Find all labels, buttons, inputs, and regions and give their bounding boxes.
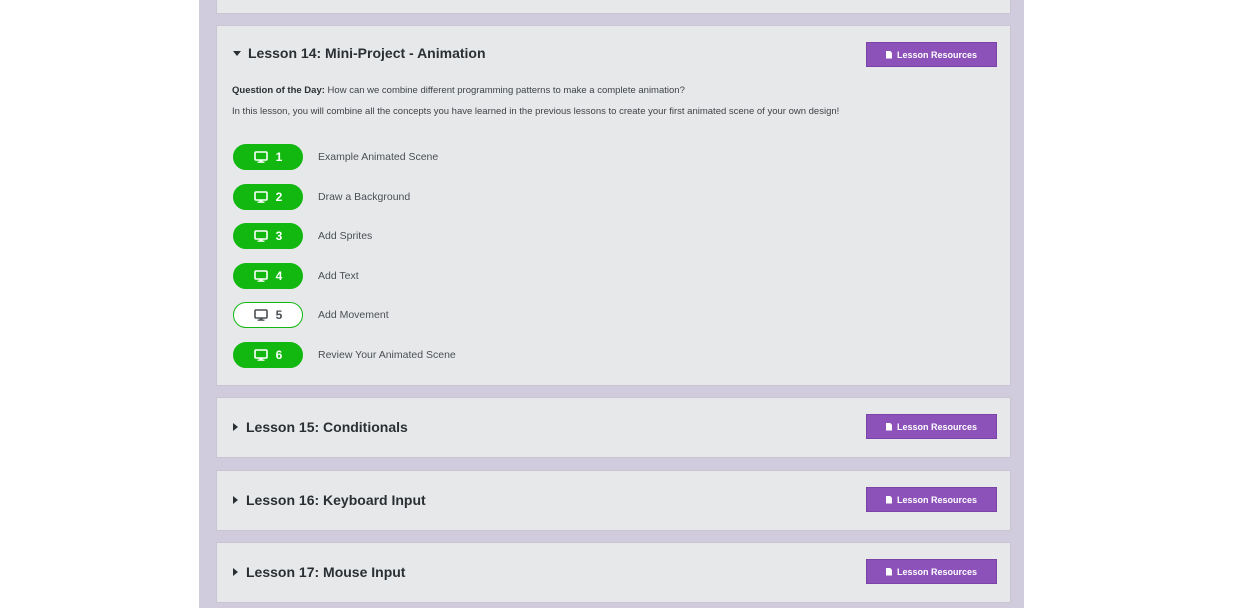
lesson-title: Lesson 15: Conditionals	[246, 419, 408, 435]
step-4-bubble[interactable]: 4	[233, 263, 303, 289]
caret-right-icon	[233, 568, 238, 576]
step-2-bubble[interactable]: 2	[233, 184, 303, 210]
lesson-resources-button[interactable]: Lesson Resources	[866, 559, 997, 584]
step-number: 4	[275, 269, 283, 283]
lesson-resources-label: Lesson Resources	[896, 494, 978, 505]
monitor-icon	[253, 151, 268, 163]
lesson-title: Lesson 16: Keyboard Input	[246, 492, 426, 508]
document-icon	[885, 50, 892, 59]
monitor-icon	[253, 191, 268, 203]
step-number: 2	[275, 190, 283, 204]
step-label[interactable]: Add Movement	[318, 309, 389, 321]
step-row-1: 1 Example Animated Scene	[233, 144, 438, 170]
step-1-bubble[interactable]: 1	[233, 144, 303, 170]
lesson-17-header[interactable]: Lesson 17: Mouse Input	[233, 564, 405, 580]
lesson-resources-button[interactable]: Lesson Resources	[866, 414, 997, 439]
lesson-14-header[interactable]: Lesson 14: Mini-Project - Animation	[233, 45, 486, 61]
document-icon	[885, 567, 892, 576]
step-5-bubble[interactable]: 5	[233, 302, 303, 328]
step-number: 1	[275, 150, 283, 164]
previous-lesson-card	[216, 0, 1011, 14]
question-text: How can we combine different programming…	[327, 85, 685, 96]
lesson-resources-button[interactable]: Lesson Resources	[866, 42, 997, 67]
step-6-bubble[interactable]: 6	[233, 342, 303, 368]
step-number: 3	[275, 229, 283, 243]
step-row-6: 6 Review Your Animated Scene	[233, 342, 456, 368]
step-number: 5	[275, 308, 283, 322]
question-label: Question of the Day:	[232, 85, 325, 96]
step-label[interactable]: Draw a Background	[318, 191, 410, 203]
question-of-the-day: Question of the Day: How can we combine …	[232, 85, 685, 96]
lesson-resources-button[interactable]: Lesson Resources	[866, 487, 997, 512]
step-label[interactable]: Review Your Animated Scene	[318, 349, 456, 361]
lesson-15-header[interactable]: Lesson 15: Conditionals	[233, 419, 408, 435]
caret-down-icon	[233, 50, 241, 56]
lesson-resources-label: Lesson Resources	[896, 49, 978, 60]
lesson-card-14: Lesson 14: Mini-Project - Animation Less…	[216, 25, 1011, 386]
monitor-icon	[253, 270, 268, 282]
lesson-list-column: Lesson 14: Mini-Project - Animation Less…	[199, 0, 1024, 608]
step-row-3: 3 Add Sprites	[233, 223, 372, 249]
caret-right-icon	[233, 496, 238, 504]
lesson-title: Lesson 17: Mouse Input	[246, 564, 406, 580]
step-number: 6	[275, 348, 283, 362]
lesson-title: Lesson 14: Mini-Project - Animation	[248, 45, 486, 61]
step-3-bubble[interactable]: 3	[233, 223, 303, 249]
step-label[interactable]: Example Animated Scene	[318, 151, 438, 163]
step-label[interactable]: Add Sprites	[318, 230, 372, 242]
lesson-card-16: Lesson 16: Keyboard Input Lesson Resourc…	[216, 470, 1011, 531]
lesson-16-header[interactable]: Lesson 16: Keyboard Input	[233, 492, 426, 508]
lesson-card-15: Lesson 15: Conditionals Lesson Resources	[216, 397, 1011, 458]
monitor-icon	[253, 230, 268, 242]
step-label[interactable]: Add Text	[318, 270, 359, 282]
monitor-icon	[253, 309, 268, 321]
document-icon	[885, 422, 892, 431]
lesson-resources-label: Lesson Resources	[896, 421, 978, 432]
step-row-5: 5 Add Movement	[233, 302, 389, 328]
lesson-description: In this lesson, you will combine all the…	[232, 106, 840, 117]
step-row-4: 4 Add Text	[233, 263, 359, 289]
step-row-2: 2 Draw a Background	[233, 184, 410, 210]
caret-right-icon	[233, 423, 238, 431]
document-icon	[885, 495, 892, 504]
lesson-resources-label: Lesson Resources	[896, 566, 978, 577]
monitor-icon	[253, 349, 268, 361]
lesson-card-17: Lesson 17: Mouse Input Lesson Resources	[216, 542, 1011, 603]
